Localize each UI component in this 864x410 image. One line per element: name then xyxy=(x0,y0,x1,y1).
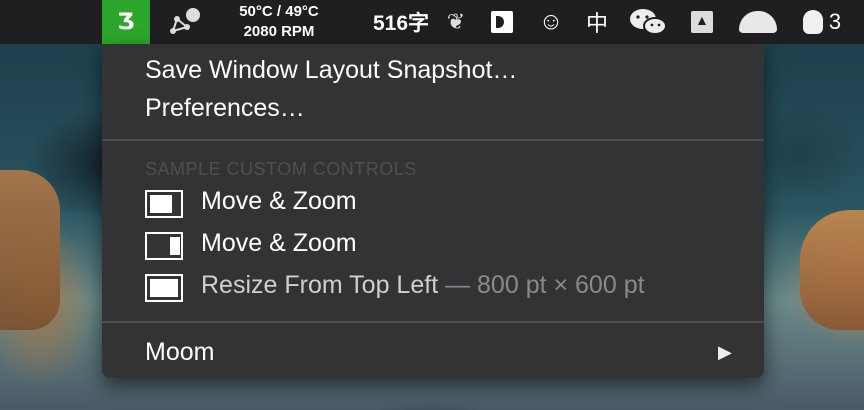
control-label: Move & Zoom xyxy=(201,229,357,257)
section-header: SAMPLE CUSTOM CONTROLS xyxy=(145,159,417,179)
menu-separator xyxy=(102,321,764,323)
leaf-icon[interactable]: ❦ xyxy=(440,0,472,44)
clip-icon[interactable] xyxy=(488,0,516,44)
menu-item-moom-submenu[interactable]: Moom ▶ xyxy=(102,333,764,371)
menu-item-preferences[interactable]: Preferences… xyxy=(102,89,764,127)
smile-icon[interactable]: ☺ xyxy=(536,0,566,44)
temperature-text: 50°C / 49°C xyxy=(239,3,319,20)
temperature-readout[interactable]: 50°C / 49°C 2080 RPM xyxy=(218,0,340,44)
qq-penguin-icon xyxy=(802,10,823,34)
menu-separator xyxy=(102,139,764,141)
menu-bar: Ʒ 50°C / 49°C 2080 RPM 516字 ❦ ☺ 中 ▲ 3 xyxy=(0,0,864,44)
control-label-text: Resize From Top Left xyxy=(201,271,439,299)
network-icon[interactable] xyxy=(160,0,210,44)
menu-item-label: Moom xyxy=(145,337,215,366)
qq-icon[interactable]: 3 xyxy=(792,0,852,44)
control-move-zoom-right[interactable]: Move & Zoom xyxy=(102,227,764,267)
control-move-zoom-left[interactable]: Move & Zoom xyxy=(102,185,764,225)
control-size-suffix: — 800 pt × 600 pt xyxy=(438,271,645,299)
menu-item-label: Save Window Layout Snapshot… xyxy=(145,55,518,84)
word-count[interactable]: 516字 xyxy=(366,0,436,44)
menu-item-label: Preferences… xyxy=(145,93,305,122)
toggle-resize-icon[interactable] xyxy=(145,274,183,302)
qq-count: 3 xyxy=(828,9,842,34)
control-label: Resize From Top Left — 800 pt × 600 pt xyxy=(201,271,645,300)
wallpaper-rock-left xyxy=(0,170,60,330)
control-resize-top-left[interactable]: Resize From Top Left — 800 pt × 600 pt xyxy=(102,269,764,309)
submenu-arrow-icon: ▶ xyxy=(718,341,732,362)
toggle-left-icon[interactable] xyxy=(145,190,183,218)
toggle-right-icon[interactable] xyxy=(145,232,183,260)
helmet-icon[interactable] xyxy=(734,0,782,44)
input-method-icon[interactable]: 中 xyxy=(580,0,614,44)
control-label: Move & Zoom xyxy=(201,187,357,215)
menu-item-save-snapshot[interactable]: Save Window Layout Snapshot… xyxy=(102,51,764,89)
moom-icon[interactable]: Ʒ xyxy=(102,0,150,44)
fan-speed-text: 2080 RPM xyxy=(243,23,315,40)
moom-dropdown-menu: Save Window Layout Snapshot… Preferences… xyxy=(102,44,764,378)
wechat-icon[interactable] xyxy=(626,0,670,44)
drive-icon[interactable] xyxy=(684,0,720,44)
